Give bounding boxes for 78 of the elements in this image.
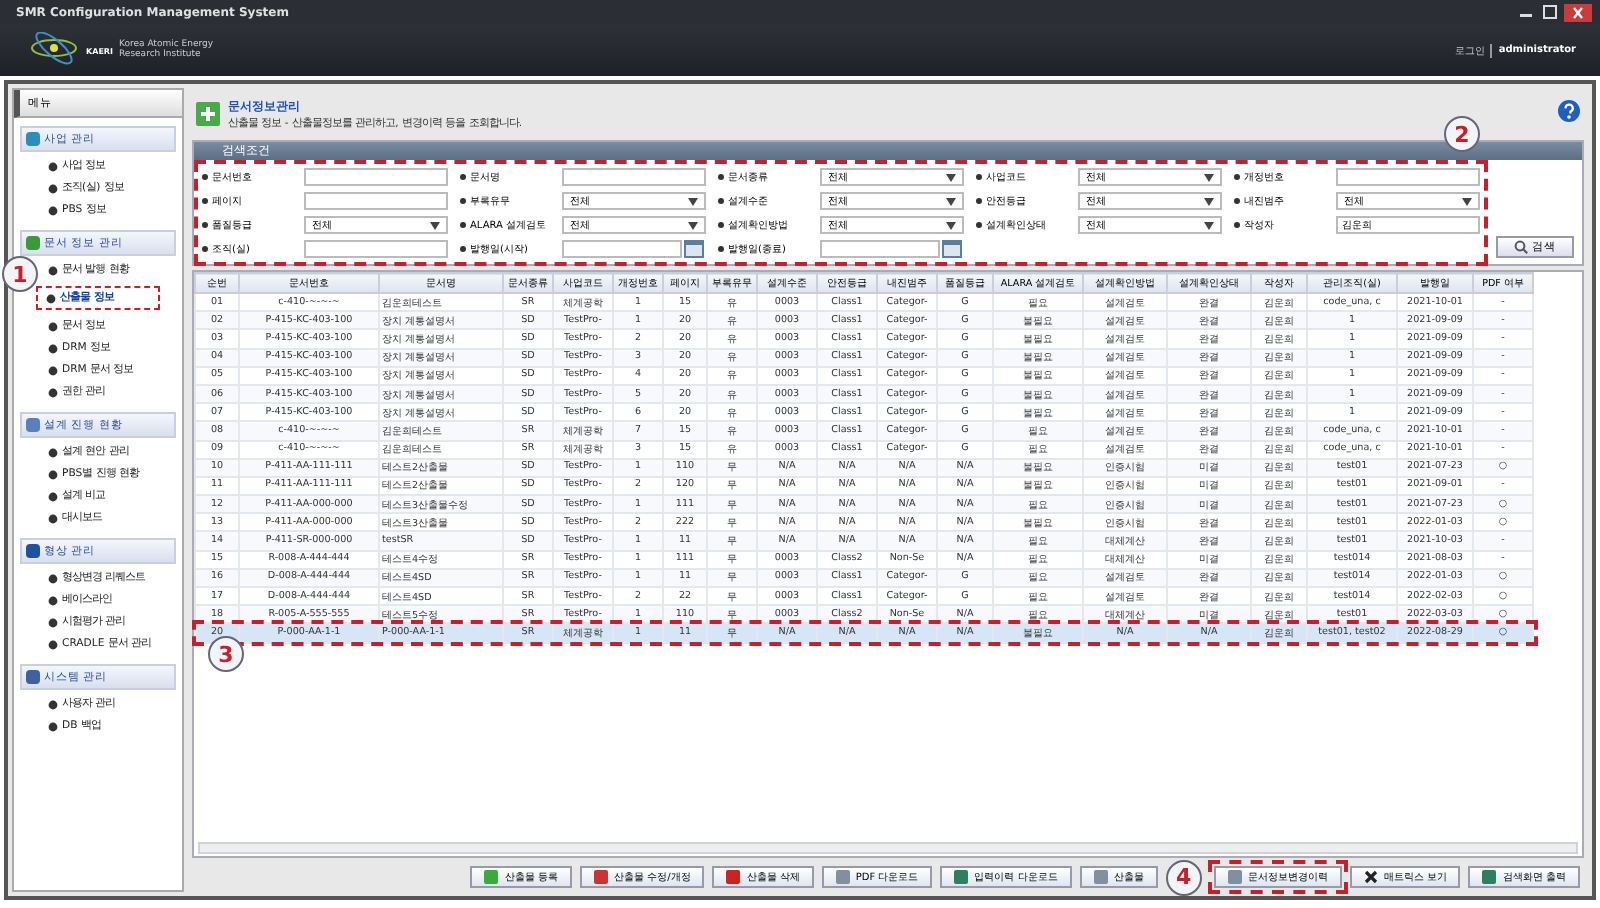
bullet-icon xyxy=(48,617,58,627)
bullet-icon xyxy=(460,174,466,180)
text-field[interactable] xyxy=(562,168,706,186)
bullet-icon xyxy=(48,699,58,709)
bullet-icon xyxy=(718,174,724,180)
calendar-icon[interactable] xyxy=(942,240,962,258)
bullet-icon xyxy=(48,205,58,215)
close-icon[interactable] xyxy=(1564,3,1592,21)
calendar-icon[interactable] xyxy=(684,240,704,258)
plus-icon xyxy=(196,102,220,126)
caret-icon xyxy=(1462,197,1472,205)
help-icon[interactable] xyxy=(1558,100,1580,122)
text-field[interactable] xyxy=(1336,168,1480,186)
maximize-icon[interactable] xyxy=(1540,4,1560,20)
bullet-icon xyxy=(48,265,58,275)
caret-icon xyxy=(1204,221,1214,229)
square-icon xyxy=(726,870,741,884)
section-icon xyxy=(26,236,40,250)
bullet-icon xyxy=(48,595,58,605)
bullet-icon xyxy=(48,183,58,193)
caret-icon xyxy=(946,221,956,229)
search-icon xyxy=(1514,240,1528,254)
document-icon xyxy=(1227,870,1242,884)
section-icon xyxy=(26,132,40,146)
caret-icon xyxy=(688,221,698,229)
bullet-icon xyxy=(48,513,58,523)
bullet-icon xyxy=(718,222,724,228)
caret-icon xyxy=(430,221,440,229)
square-icon xyxy=(954,870,969,884)
bullet-icon xyxy=(48,387,58,397)
caret-icon xyxy=(1204,197,1214,205)
bullet-icon xyxy=(1234,174,1240,180)
section-icon xyxy=(26,544,40,558)
bullet-icon xyxy=(48,161,58,171)
text-field[interactable] xyxy=(304,192,448,210)
text-field[interactable] xyxy=(304,168,448,186)
bullet-icon xyxy=(48,721,58,731)
bullet-icon xyxy=(202,174,208,180)
caret-icon xyxy=(946,197,956,205)
bullet-icon xyxy=(202,198,208,204)
caret-icon xyxy=(1204,173,1214,181)
bullet-icon xyxy=(976,222,982,228)
bullet-icon xyxy=(460,246,466,252)
caret-icon xyxy=(946,173,956,181)
bullet-icon xyxy=(976,198,982,204)
caret-icon xyxy=(688,197,698,205)
date-field[interactable] xyxy=(562,240,682,258)
section-icon xyxy=(26,418,40,432)
cross-icon xyxy=(1363,870,1378,884)
square-icon xyxy=(594,870,608,884)
bullet-icon xyxy=(1234,222,1240,228)
bullet-icon xyxy=(48,639,58,649)
document-icon xyxy=(835,870,850,884)
bullet-icon xyxy=(48,573,58,583)
bullet-icon xyxy=(202,222,208,228)
plus-icon xyxy=(484,870,499,884)
bullet-icon xyxy=(48,469,58,479)
bullet-icon xyxy=(48,321,58,331)
bullet-icon xyxy=(460,222,466,228)
section-icon xyxy=(26,670,40,684)
date-field[interactable] xyxy=(820,240,940,258)
bullet-icon xyxy=(46,293,56,303)
square-icon xyxy=(1482,870,1497,884)
scrollbar[interactable] xyxy=(198,842,1578,854)
bullet-icon xyxy=(718,198,724,204)
bullet-icon xyxy=(202,246,208,252)
bullet-icon xyxy=(48,447,58,457)
bullet-icon xyxy=(48,491,58,501)
callout-number: 4 xyxy=(1165,859,1202,895)
bullet-icon xyxy=(718,246,724,252)
bullet-icon xyxy=(1234,198,1240,204)
bullet-icon xyxy=(976,174,982,180)
text-field[interactable] xyxy=(304,240,448,258)
bullet-icon xyxy=(48,365,58,375)
document-icon xyxy=(1093,870,1108,884)
bullet-icon xyxy=(460,198,466,204)
atom-logo-icon xyxy=(28,32,80,68)
bullet-icon xyxy=(48,343,58,353)
